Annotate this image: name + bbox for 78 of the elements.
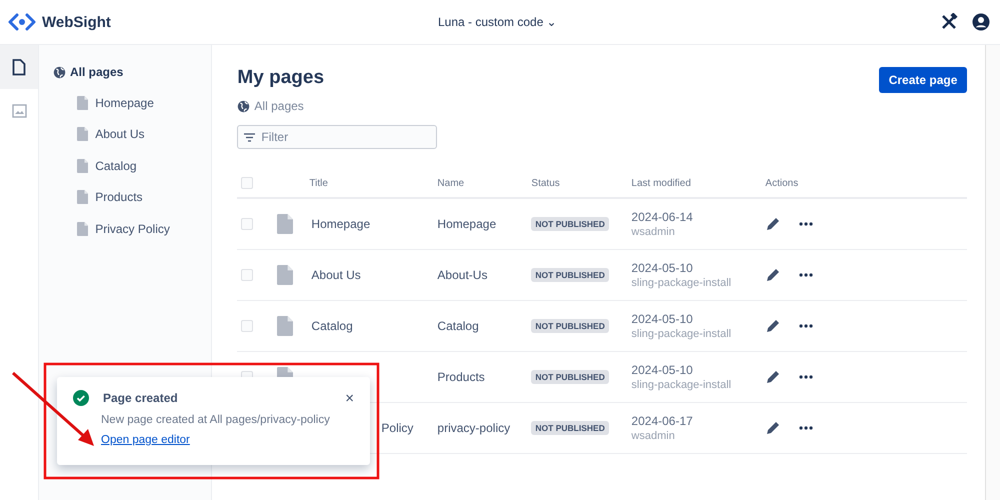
table-cell-text: About-Us (437, 268, 488, 282)
table-cell-text: Catalog (437, 319, 480, 333)
table-cell: Catalog (311, 319, 353, 333)
modified-user: sling-package-install (631, 277, 732, 289)
pages-tab[interactable] (0, 45, 38, 89)
table-cell-text: Homepage (437, 217, 498, 231)
select-all-checkbox[interactable] (241, 177, 254, 189)
more-icon[interactable] (799, 375, 814, 379)
image-icon (12, 104, 26, 118)
modified-user: sling-package-install (631, 379, 732, 391)
modified-user: wsadmin (631, 430, 676, 442)
modified-user: sling-package-install (631, 328, 732, 340)
column-header: Actions (765, 178, 800, 188)
edit-icon[interactable] (765, 216, 782, 232)
sidebar-item[interactable]: Privacy Policy (53, 213, 212, 244)
modified-date: 2024-05-10 (631, 363, 694, 377)
sidebar-item[interactable]: Products (53, 182, 212, 213)
table-cell-text: Products (437, 370, 486, 384)
file-icon (77, 96, 88, 110)
row-checkbox[interactable] (241, 269, 254, 281)
status-label: NOT PUBLISHED (531, 268, 609, 282)
filter-field[interactable]: Filter (237, 125, 438, 149)
more-icon[interactable] (799, 324, 814, 328)
file-icon (277, 265, 294, 285)
create-page-button[interactable]: Create page (878, 67, 968, 93)
status-label: NOT PUBLISHED (531, 217, 609, 231)
file-icon (77, 222, 88, 236)
globe-icon (237, 100, 250, 112)
edit-icon[interactable] (765, 267, 782, 283)
sidebar-root-item[interactable]: All pages (53, 65, 212, 79)
brand-name: WebSight (42, 14, 111, 30)
file-icon (77, 127, 88, 142)
table-cell-text: privacy-policy (437, 421, 512, 435)
project-selector[interactable]: Luna - custom code ⌄ (438, 15, 556, 29)
filter-icon (244, 133, 256, 142)
row-checkbox[interactable] (241, 320, 254, 332)
open-editor-link[interactable]: Open page editor (73, 434, 190, 446)
modified-date: 2024-05-10 (631, 312, 694, 326)
modified-user: wsadmin (631, 226, 676, 238)
row-checkbox[interactable] (241, 218, 254, 230)
modified-date: 2024-05-10 (631, 261, 694, 275)
more-icon[interactable] (799, 222, 814, 226)
page-title: My pages (237, 67, 324, 89)
edit-icon[interactable] (765, 369, 782, 385)
modified-date: 2024-06-17 (631, 414, 694, 428)
scrollbar[interactable] (985, 45, 1000, 500)
user-avatar-icon[interactable] (972, 13, 990, 31)
success-icon (73, 390, 89, 406)
sidebar-item[interactable]: Homepage (53, 87, 212, 118)
close-button[interactable]: × (345, 390, 354, 406)
column-header: Status (531, 178, 561, 188)
toast-title: Page created (103, 391, 178, 405)
column-header: Name (437, 178, 466, 188)
globe-icon (53, 66, 66, 78)
file-icon (77, 190, 88, 204)
table-cell: Homepage (311, 217, 370, 231)
tools-icon[interactable] (940, 13, 958, 31)
table-cell: Policy (381, 421, 414, 435)
sidebar-item[interactable]: About Us (53, 118, 212, 150)
toast-message: New page created at All pages/privacy-policy (100, 414, 331, 426)
status-label: NOT PUBLISHED (531, 319, 609, 333)
column-header: Title (308, 178, 329, 188)
table-cell: About Us (311, 268, 361, 282)
edit-icon[interactable] (765, 318, 782, 334)
breadcrumb-link[interactable]: All pages (237, 99, 968, 113)
logo-icon (8, 12, 36, 32)
page-icon (12, 58, 26, 76)
status-label: NOT PUBLISHED (531, 421, 609, 435)
file-icon (277, 214, 294, 234)
more-icon[interactable] (799, 273, 814, 277)
status-label: NOT PUBLISHED (531, 370, 609, 384)
more-icon[interactable] (799, 426, 814, 430)
column-header: Last modified (631, 178, 692, 188)
sidebar-item[interactable]: Catalog (53, 150, 212, 182)
file-icon (77, 158, 88, 173)
file-icon (277, 316, 294, 336)
edit-icon[interactable] (765, 420, 782, 436)
modified-date: 2024-06-14 (631, 210, 694, 224)
